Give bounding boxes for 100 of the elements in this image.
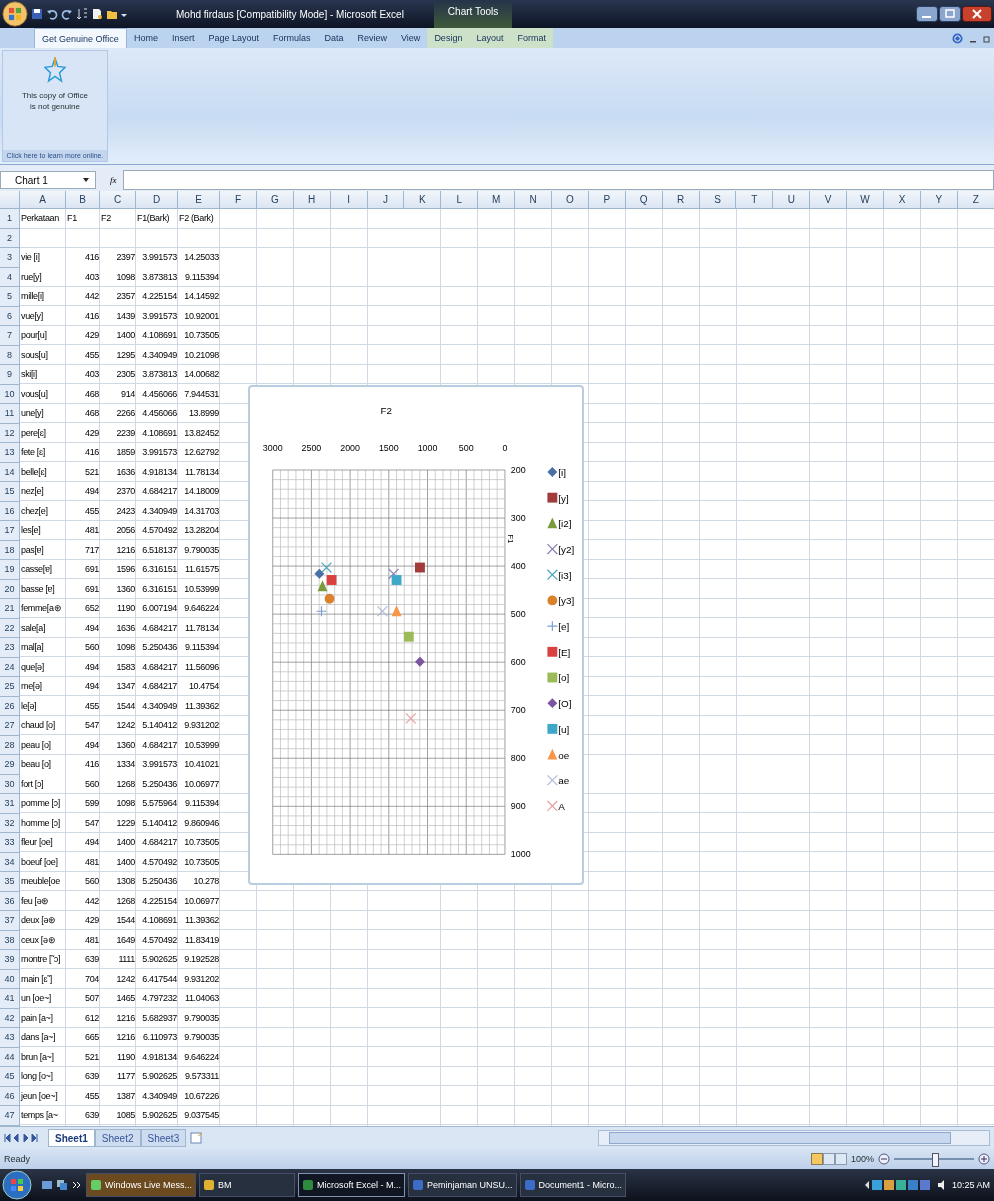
column-header[interactable]: G — [256, 191, 294, 208]
column-header[interactable]: K — [404, 191, 442, 208]
ribbon-tab[interactable]: Insert — [164, 28, 202, 48]
row-number[interactable]: 6 — [0, 306, 20, 326]
row-number[interactable]: 47 — [0, 1106, 20, 1126]
row-number[interactable]: 3 — [0, 248, 20, 268]
row-number[interactable]: 33 — [0, 833, 20, 853]
column-header[interactable]: X — [884, 191, 921, 208]
zoom-level[interactable]: 100% — [850, 1154, 874, 1164]
row-number[interactable]: 23 — [0, 638, 20, 658]
row-number[interactable]: 21 — [0, 599, 20, 619]
row-number[interactable]: 38 — [0, 930, 20, 950]
row-number[interactable]: 35 — [0, 872, 20, 892]
taskbar-item[interactable]: BM — [199, 1173, 296, 1197]
row-number[interactable]: 12 — [0, 423, 20, 443]
column-header[interactable]: P — [588, 191, 626, 208]
column-header[interactable]: O — [552, 191, 589, 208]
data-point[interactable] — [324, 593, 335, 604]
taskbar-item[interactable]: Windows Live Mess... — [86, 1173, 197, 1197]
zoom-in-icon[interactable] — [978, 1153, 990, 1165]
ribbon-tab[interactable]: View — [394, 28, 428, 48]
column-header[interactable]: I — [330, 191, 368, 208]
document-icon[interactable] — [91, 8, 103, 20]
redo-icon[interactable] — [61, 8, 73, 20]
row-number[interactable]: 29 — [0, 755, 20, 775]
row-number[interactable]: 20 — [0, 579, 20, 599]
data-point[interactable] — [415, 562, 425, 573]
row-number[interactable]: 2 — [0, 228, 20, 248]
sheet-tab[interactable]: Sheet3 — [140, 1129, 187, 1147]
row-number[interactable]: 10 — [0, 384, 20, 404]
chart-area[interactable]: F2 3000 2500 2000 1500 1000 500 0 200 300 400 500 600 700 800 900 1000 F1 [i] [y] [i2] [y2] [i3] [y3] [e] [E] [o] [O] [u] oe ae A — [248, 385, 584, 885]
column-header[interactable]: T — [736, 191, 774, 208]
row-number[interactable]: 4 — [0, 267, 20, 287]
minimize-icon[interactable] — [916, 6, 938, 22]
row-number[interactable]: 37 — [0, 911, 20, 931]
row-number[interactable]: 25 — [0, 677, 20, 697]
row-number[interactable]: 30 — [0, 774, 20, 794]
sheet-tab[interactable]: Sheet1 — [48, 1129, 95, 1147]
row-number[interactable]: 44 — [0, 1047, 20, 1067]
row-number[interactable]: 27 — [0, 716, 20, 736]
window-switch-icon[interactable] — [56, 1179, 68, 1191]
column-header[interactable]: S — [699, 191, 737, 208]
column-header[interactable]: Z — [957, 191, 994, 208]
row-number[interactable]: 1 — [0, 209, 20, 229]
row-number[interactable]: 45 — [0, 1067, 20, 1087]
name-box[interactable]: Chart 1 — [0, 171, 96, 189]
row-number[interactable]: 39 — [0, 950, 20, 970]
column-header[interactable]: W — [847, 191, 885, 208]
row-number[interactable]: 13 — [0, 443, 20, 463]
row-number[interactable]: 15 — [0, 482, 20, 502]
row-number[interactable]: 11 — [0, 404, 20, 424]
maximize-icon[interactable] — [939, 6, 961, 22]
close-icon[interactable] — [962, 6, 992, 22]
help-icon[interactable] — [952, 33, 963, 44]
restore-icon[interactable] — [983, 35, 991, 43]
row-number[interactable]: 7 — [0, 326, 20, 346]
column-header[interactable]: U — [773, 191, 811, 208]
row-number[interactable]: 17 — [0, 521, 20, 541]
save-icon[interactable] — [31, 8, 43, 20]
column-header[interactable]: N — [515, 191, 552, 208]
zoom-slider-thumb[interactable] — [932, 1153, 939, 1167]
ribbon-tab[interactable]: Formulas — [265, 28, 318, 48]
row-number[interactable]: 9 — [0, 365, 20, 385]
office-button-icon[interactable] — [2, 1, 28, 27]
column-header[interactable]: V — [810, 191, 848, 208]
row-number[interactable]: 28 — [0, 735, 20, 755]
undo-icon[interactable] — [46, 8, 58, 20]
column-header[interactable]: Y — [920, 191, 958, 208]
row-number[interactable]: 46 — [0, 1086, 20, 1106]
row-number[interactable]: 40 — [0, 969, 20, 989]
ribbon-tab[interactable]: Design — [427, 28, 470, 48]
taskbar-item[interactable]: Document1 - Micro... — [519, 1173, 627, 1197]
data-point[interactable] — [415, 656, 425, 667]
column-header[interactable]: J — [367, 191, 405, 208]
insert-function-button[interactable]: fx — [110, 175, 117, 185]
data-point[interactable] — [321, 562, 333, 574]
column-header[interactable]: H — [293, 191, 331, 208]
formula-input[interactable] — [122, 170, 994, 190]
sort-icon[interactable] — [76, 8, 88, 20]
column-header[interactable]: R — [662, 191, 700, 208]
sheet-tab[interactable]: Sheet2 — [94, 1129, 141, 1147]
horizontal-scrollbar[interactable] — [598, 1130, 990, 1146]
column-header[interactable]: L — [441, 191, 479, 208]
more-icon[interactable] — [71, 1179, 83, 1191]
row-number[interactable]: 24 — [0, 657, 20, 677]
column-header[interactable]: F — [220, 191, 257, 208]
column-header[interactable]: M — [478, 191, 516, 208]
ribbon-tab[interactable]: Home — [126, 28, 165, 48]
row-number[interactable]: 5 — [0, 287, 20, 307]
row-number[interactable]: 14 — [0, 462, 20, 482]
ribbon-tab[interactable]: Data — [317, 28, 351, 48]
column-header[interactable]: Q — [625, 191, 663, 208]
row-number[interactable]: 34 — [0, 852, 20, 872]
column-header[interactable]: C — [100, 191, 136, 208]
row-number[interactable]: 36 — [0, 891, 20, 911]
row-number[interactable]: 16 — [0, 501, 20, 521]
row-number[interactable]: 32 — [0, 813, 20, 833]
ribbon-tab[interactable]: Get Genuine Office — [34, 28, 127, 48]
row-number[interactable]: 8 — [0, 345, 20, 365]
data-point[interactable] — [315, 605, 328, 617]
